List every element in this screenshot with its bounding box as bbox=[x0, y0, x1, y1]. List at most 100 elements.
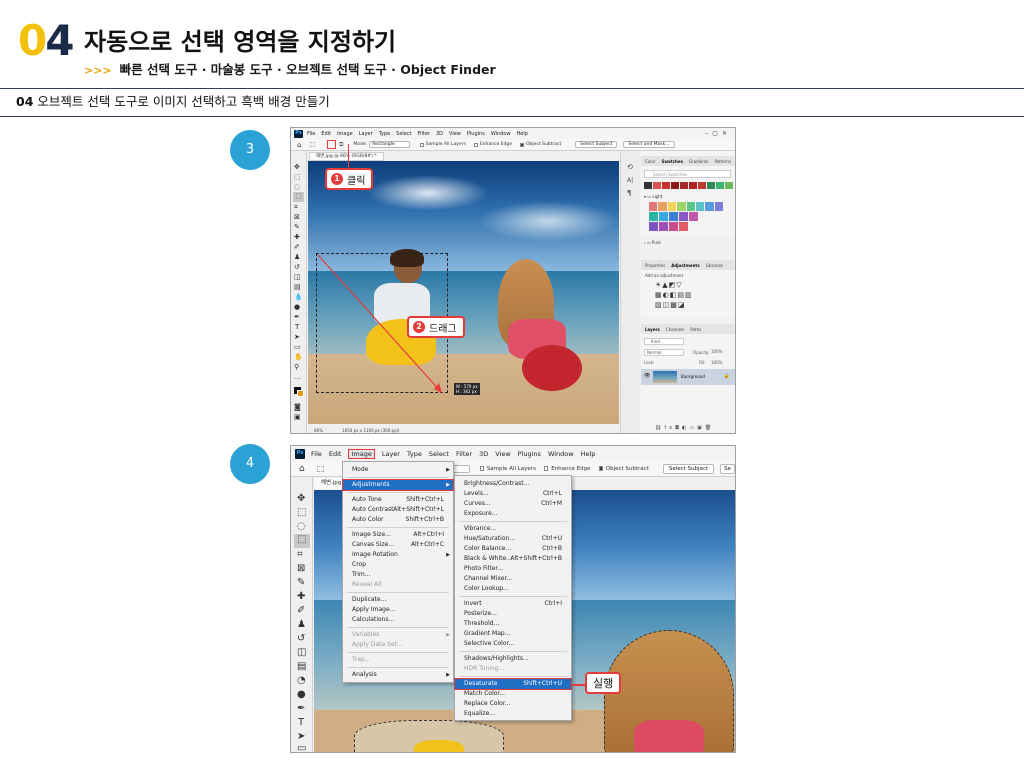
layer-kind-filter[interactable]: Kind bbox=[644, 338, 684, 345]
adjust-menu-item-exposure[interactable]: Exposure... bbox=[455, 509, 571, 519]
menu-edit[interactable]: Edit bbox=[321, 131, 331, 137]
image-menu-item-trim[interactable]: Trim... bbox=[343, 570, 453, 580]
new-selection-mode-icon[interactable] bbox=[327, 140, 337, 149]
adjust-menu-item-replace-color[interactable]: Replace Color... bbox=[455, 699, 571, 709]
character-icon[interactable]: A| bbox=[627, 177, 633, 184]
menu-select[interactable]: Select bbox=[429, 450, 449, 458]
healing-tool-icon[interactable]: ✚ bbox=[294, 233, 300, 241]
layer-visibility-icon[interactable]: 👁 bbox=[644, 373, 650, 379]
paragraph-icon[interactable]: ¶ bbox=[627, 189, 631, 197]
swatch-chip[interactable] bbox=[677, 202, 686, 211]
adjust-menu-item-gradient-map[interactable]: Gradient Map... bbox=[455, 629, 571, 639]
layer-row-background[interactable]: 👁 Background 🔒 bbox=[641, 369, 735, 385]
swatch-search[interactable]: Search Swatches bbox=[644, 170, 731, 178]
dodge-tool-icon[interactable]: ● bbox=[297, 689, 306, 700]
healing-tool-icon[interactable]: ✚ bbox=[297, 591, 305, 602]
adjust-menu-item-invert[interactable]: Invert Ctrl+I bbox=[455, 599, 571, 609]
select-and-mask-button[interactable]: Select and Mask... bbox=[623, 141, 675, 148]
stamp-tool-icon[interactable]: ♟ bbox=[294, 253, 300, 261]
blur-tool-icon[interactable]: ◔ bbox=[297, 675, 306, 686]
lasso-tool-icon[interactable]: ◌ bbox=[294, 183, 300, 191]
swatch-chip[interactable] bbox=[679, 222, 688, 231]
brush-tool-icon[interactable]: ✐ bbox=[294, 243, 300, 251]
screen-mode-icon[interactable]: ▣ bbox=[294, 413, 301, 421]
swatch-chip[interactable] bbox=[679, 212, 688, 221]
menu-select[interactable]: Select bbox=[396, 131, 411, 137]
menu-3d[interactable]: 3D bbox=[436, 131, 443, 137]
tab-libraries[interactable]: Libraries bbox=[706, 263, 723, 268]
opacity-value[interactable]: 100% bbox=[711, 349, 722, 354]
menu-filter[interactable]: Filter bbox=[418, 131, 430, 137]
hand-tool-icon[interactable]: ✋ bbox=[294, 353, 303, 361]
adjust-menu-item-posterize[interactable]: Posterize... bbox=[455, 609, 571, 619]
image-menu-item-auto-color[interactable]: Auto Color Shift+Ctrl+B bbox=[343, 515, 453, 525]
image-menu-item-mode[interactable]: Mode ▶ bbox=[343, 465, 453, 475]
menu-image[interactable]: Image bbox=[337, 131, 353, 137]
quick-mask-icon[interactable]: ◙ bbox=[294, 403, 301, 411]
adjust-menu-item-brightness-contrast[interactable]: Brightness/Contrast... bbox=[455, 479, 571, 489]
object-subtract-checkbox[interactable] bbox=[598, 466, 603, 471]
home-icon[interactable]: ⌂ bbox=[297, 141, 301, 149]
eyedropper-tool-icon[interactable]: ✎ bbox=[294, 223, 300, 231]
swatch-chip[interactable] bbox=[686, 202, 695, 211]
tab-channels[interactable]: Channels bbox=[666, 327, 685, 332]
tab-adjustments[interactable]: Adjustments bbox=[671, 263, 700, 268]
type-tool-icon[interactable]: T bbox=[295, 323, 299, 331]
sample-all-layers-checkbox[interactable] bbox=[419, 142, 424, 147]
adjust-menu-item-channel-mixer[interactable]: Channel Mixer... bbox=[455, 574, 571, 584]
swatch-group-light[interactable]: ▾ ▭ Light bbox=[644, 194, 662, 199]
swatch-chip[interactable] bbox=[659, 212, 668, 221]
adjust-menu-item-curves[interactable]: Curves... Ctrl+M bbox=[455, 499, 571, 509]
swatch-chip[interactable] bbox=[658, 202, 667, 211]
select-subject-button[interactable]: Select Subject bbox=[662, 463, 715, 474]
tab-color[interactable]: Color bbox=[645, 159, 655, 164]
adjust-menu-item-equalize[interactable]: Equalize... bbox=[455, 709, 571, 719]
swatch-chip[interactable] bbox=[671, 182, 679, 189]
adjust-menu-item-vibrance[interactable]: Vibrance... bbox=[455, 524, 571, 534]
menu-plugins[interactable]: Plugins bbox=[467, 131, 485, 137]
swatch-chip[interactable] bbox=[707, 182, 715, 189]
swatch-chip[interactable] bbox=[649, 202, 658, 211]
home-icon[interactable]: ⌂ bbox=[299, 464, 305, 474]
swatch-chip[interactable] bbox=[695, 202, 705, 211]
swatch-chip[interactable] bbox=[653, 182, 661, 189]
blend-mode-select[interactable]: Normal bbox=[644, 349, 684, 356]
zoom-tool-icon[interactable]: ⚲ bbox=[294, 363, 299, 371]
history-icon[interactable]: ⟲ bbox=[627, 163, 633, 171]
menu-help[interactable]: Help bbox=[517, 131, 528, 137]
layer-actions[interactable]: ⛓fx◘◐▭▣🗑 bbox=[655, 425, 714, 431]
object-select-tool-icon[interactable]: ⬚ bbox=[317, 464, 325, 473]
menu-edit[interactable]: Edit bbox=[329, 450, 342, 458]
image-menu-item-analysis[interactable]: Analysis ▶ bbox=[343, 670, 453, 680]
tab-swatches[interactable]: Swatches bbox=[661, 159, 683, 164]
history-brush-icon[interactable]: ↺ bbox=[297, 633, 305, 644]
image-menu-item-adjustments[interactable]: Adjustments ▶ bbox=[342, 479, 454, 491]
menu-help[interactable]: Help bbox=[581, 450, 596, 458]
image-menu-item-auto-tone[interactable]: Auto Tone Shift+Ctrl+L bbox=[343, 495, 453, 505]
shape-tool-icon[interactable]: ▭ bbox=[294, 343, 301, 351]
pen-tool-icon[interactable]: ✒ bbox=[297, 703, 305, 714]
adjust-menu-item-black-white[interactable]: Black & White... Alt+Shift+Ctrl+B bbox=[455, 554, 571, 564]
move-tool-icon[interactable]: ✥ bbox=[297, 493, 305, 504]
menu-type[interactable]: Type bbox=[407, 450, 422, 458]
swatch-chip[interactable] bbox=[705, 202, 714, 211]
object-subtract-checkbox[interactable] bbox=[520, 142, 524, 147]
select-and-mask-button[interactable]: Se bbox=[720, 463, 735, 474]
menu-plugins[interactable]: Plugins bbox=[518, 450, 541, 458]
object-selection-tool-icon[interactable]: ⬚ bbox=[294, 534, 310, 548]
tab-patterns[interactable]: Patterns bbox=[714, 159, 730, 164]
select-subject-button[interactable]: Select Subject bbox=[575, 141, 618, 148]
adjust-menu-item-selective-color[interactable]: Selective Color... bbox=[455, 639, 571, 649]
document-tab[interactable]: 해변.jpg @ 66% (RGB/8#) * bbox=[309, 152, 384, 161]
gradient-tool-icon[interactable]: ▤ bbox=[297, 661, 306, 672]
fill-value[interactable]: 100% bbox=[711, 360, 722, 365]
tab-paths[interactable]: Paths bbox=[690, 327, 701, 332]
swatch-chip[interactable] bbox=[716, 182, 724, 189]
adjust-menu-item-desaturate[interactable]: Desaturate Shift+Ctrl+U bbox=[454, 678, 572, 690]
sample-all-layers-checkbox[interactable] bbox=[479, 466, 484, 471]
marquee-tool-icon[interactable]: ⬚ bbox=[297, 507, 306, 518]
pen-tool-icon[interactable]: ✒ bbox=[294, 313, 300, 321]
image-menu-item-duplicate[interactable]: Duplicate... bbox=[343, 595, 453, 605]
menu-layer[interactable]: Layer bbox=[382, 450, 400, 458]
crop-tool-icon[interactable]: ⌗ bbox=[294, 203, 298, 212]
